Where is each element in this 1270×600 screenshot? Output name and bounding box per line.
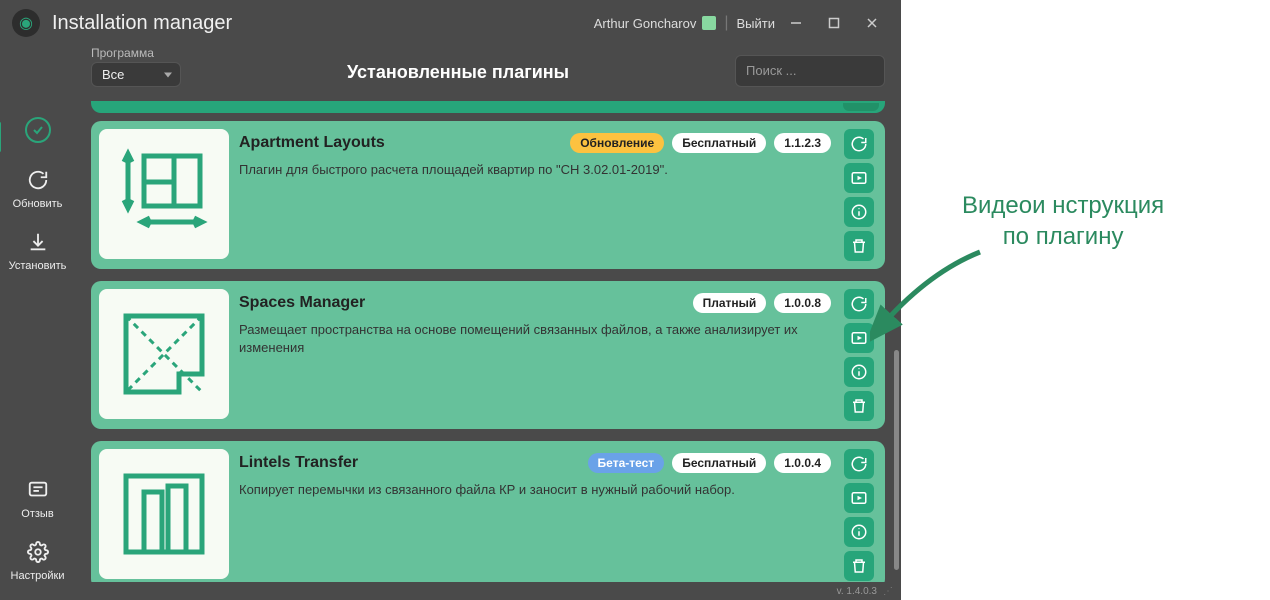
floorplan-icon <box>114 144 214 244</box>
download-icon <box>24 228 52 256</box>
user-avatar-icon <box>702 16 716 30</box>
plugin-card: Spaces Manager Платный 1.0.0.8 Размещает… <box>91 281 885 429</box>
version-badge: 1.0.0.4 <box>774 453 831 473</box>
previous-card-bottom <box>91 101 885 113</box>
sidebar-item-feedback[interactable]: Отзыв <box>8 476 68 520</box>
gear-icon <box>24 538 52 566</box>
sidebar-item-update[interactable]: Обновить <box>8 166 68 210</box>
search-input[interactable] <box>746 63 874 78</box>
program-select[interactable]: Все <box>91 62 181 87</box>
window-title: Installation manager <box>52 12 594 35</box>
page-title: Установленные плагины <box>197 62 719 87</box>
content: Программа Все Установленные плагины <box>75 46 901 600</box>
sidebar-item-label: Обновить <box>13 198 63 210</box>
titlebar: ◉ Installation manager Arthur Goncharov … <box>0 0 901 46</box>
price-badge: Бесплатный <box>672 133 766 153</box>
program-label: Программа <box>91 46 181 60</box>
app-window: ◉ Installation manager Arthur Goncharov … <box>0 0 901 600</box>
plugin-description: Копирует перемычки из связанного файла К… <box>239 481 831 499</box>
plugin-icon <box>99 449 229 579</box>
subheader: Программа Все Установленные плагины <box>75 46 901 95</box>
version-badge: 1.1.2.3 <box>774 133 831 153</box>
status-badge: Бета-тест <box>588 453 665 473</box>
lintels-icon <box>114 464 214 564</box>
plugin-title: Lintels Transfer <box>239 454 580 472</box>
plugin-card: Apartment Layouts Обновление Бесплатный … <box>91 121 885 269</box>
plugin-title: Apartment Layouts <box>239 134 562 152</box>
sidebar-item-install[interactable]: Установить <box>8 228 68 272</box>
plugin-description: Размещает пространства на основе помещен… <box>239 321 831 357</box>
video-button[interactable] <box>844 483 874 513</box>
callout-arrow-icon <box>870 242 990 352</box>
check-circle-icon <box>25 117 51 143</box>
search-box[interactable] <box>735 55 885 87</box>
logo-icon: ◉ <box>19 13 33 33</box>
scrollbar-thumb[interactable] <box>894 350 899 570</box>
minimize-button[interactable] <box>779 9 813 37</box>
price-badge: Платный <box>693 293 767 313</box>
plugin-list[interactable]: Apartment Layouts Обновление Бесплатный … <box>75 95 901 582</box>
logout-link[interactable]: Выйти <box>737 16 776 31</box>
sidebar-item-label: Настройки <box>11 570 65 582</box>
info-button[interactable] <box>844 357 874 387</box>
delete-button[interactable] <box>844 391 874 421</box>
refresh-button[interactable] <box>844 449 874 479</box>
maximize-button[interactable] <box>817 9 851 37</box>
sidebar-item-label: Отзыв <box>21 508 53 520</box>
info-button[interactable] <box>844 197 874 227</box>
plugin-card: Lintels Transfer Бета-тест Бесплатный 1.… <box>91 441 885 582</box>
sidebar-item-settings[interactable]: Настройки <box>8 538 68 582</box>
refresh-button[interactable] <box>844 129 874 159</box>
sidebar-item-label: Установить <box>9 260 67 272</box>
plugin-title: Spaces Manager <box>239 294 685 312</box>
footer: v. 1.4.0.3 ⋰ <box>75 582 901 600</box>
feedback-icon <box>24 476 52 504</box>
user-block[interactable]: Arthur Goncharov <box>594 16 717 31</box>
plugin-description: Плагин для быстрого расчета площадей ква… <box>239 161 831 179</box>
price-badge: Бесплатный <box>672 453 766 473</box>
plugin-icon <box>99 289 229 419</box>
app-logo: ◉ <box>12 9 40 37</box>
delete-button[interactable] <box>844 551 874 581</box>
spaces-icon <box>114 304 214 404</box>
status-badge: Обновление <box>570 133 664 153</box>
plugin-icon <box>99 129 229 259</box>
version-text: v. 1.4.0.3 <box>837 586 877 597</box>
callout-text: Видеои нструкция по плагину <box>962 190 1164 252</box>
resize-grip-icon[interactable]: ⋰ <box>883 586 893 597</box>
refresh-icon <box>24 166 52 194</box>
video-button[interactable] <box>844 163 874 193</box>
sidebar: Обновить Установить Отзыв Настройки <box>0 46 75 600</box>
info-button[interactable] <box>844 517 874 547</box>
close-button[interactable] <box>855 9 889 37</box>
version-badge: 1.0.0.8 <box>774 293 831 313</box>
sidebar-item-installed[interactable] <box>8 116 68 148</box>
user-name: Arthur Goncharov <box>594 16 697 31</box>
